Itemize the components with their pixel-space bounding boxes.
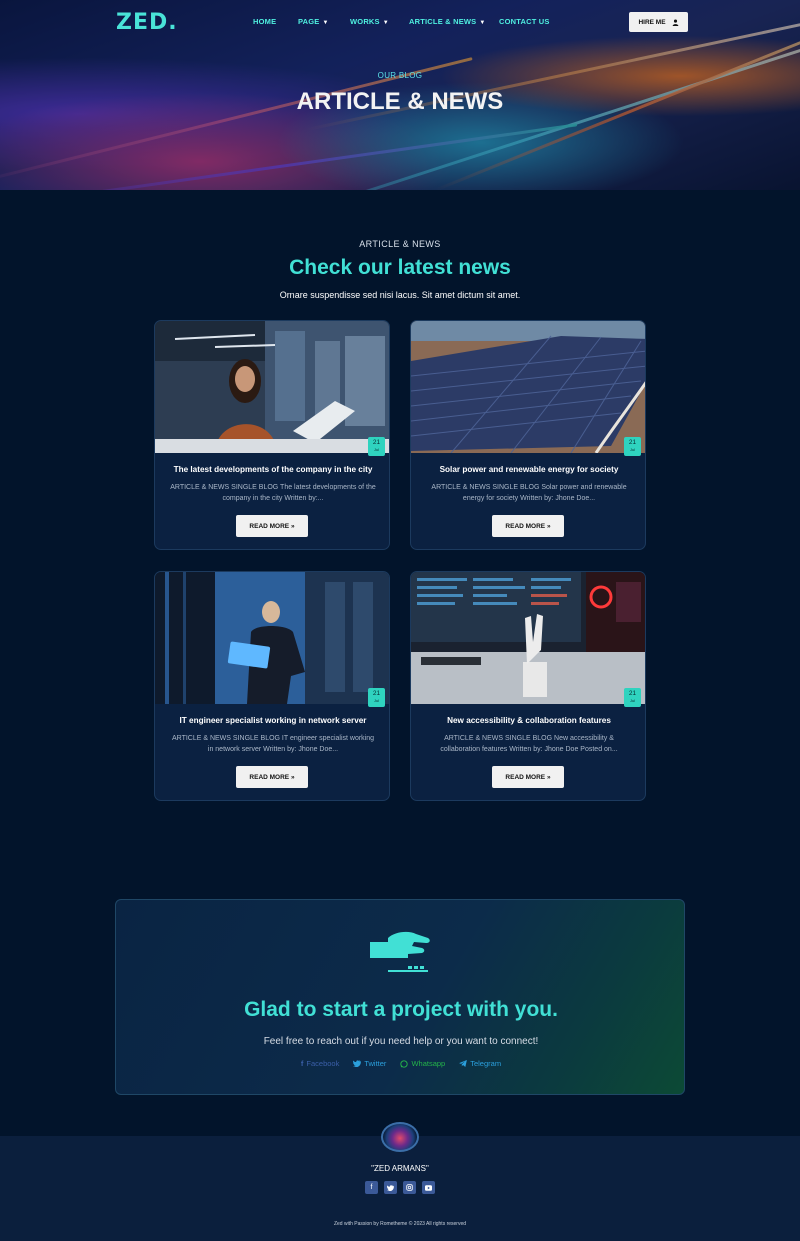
date-month: Jul	[373, 447, 380, 452]
hand-icon	[370, 931, 430, 972]
read-more-button[interactable]: READ MORE »	[236, 766, 308, 788]
nav-contact[interactable]: CONTACT US	[499, 17, 550, 26]
post-excerpt: ARTICLE & NEWS SINGLE BLOG IT engineer s…	[171, 735, 375, 753]
section-description: Ornare suspendisse sed nisi lacus. Sit a…	[279, 290, 521, 300]
whatsapp-icon	[400, 1059, 409, 1068]
whatsapp-label: Whatsapp	[411, 1059, 446, 1068]
logo[interactable]: ZED.	[116, 10, 178, 35]
hire-me-label: HIRE ME	[638, 18, 666, 26]
date-day: 21	[628, 690, 637, 697]
post-image[interactable]	[411, 572, 645, 704]
date-day: 21	[372, 690, 381, 697]
nav-home-label: HOME	[253, 17, 277, 26]
date-badge: 21 Jul	[624, 437, 641, 456]
post-title[interactable]: The latest developments of the company i…	[155, 465, 389, 474]
nav-page[interactable]: PAGE ▼	[298, 17, 329, 26]
nav-contact-label: CONTACT US	[499, 17, 550, 26]
nav-page-label: PAGE	[298, 17, 320, 26]
date-day: 21	[628, 439, 637, 446]
nav-home[interactable]: HOME	[253, 17, 276, 26]
twitter-icon[interactable]	[384, 1181, 397, 1194]
facebook-icon: f	[300, 1059, 304, 1068]
date-month: Jul	[373, 698, 380, 703]
instagram-icon[interactable]	[403, 1181, 416, 1194]
read-more-button[interactable]: READ MORE »	[492, 766, 564, 788]
read-more-button[interactable]: READ MORE »	[236, 515, 308, 537]
cta-section: Glad to start a project with you. Feel f…	[115, 899, 685, 1095]
user-icon	[672, 19, 678, 26]
telegram-label: Telegram	[470, 1059, 502, 1068]
nav-works-label: WORKS	[350, 17, 380, 26]
hero-banner: ZED. HOME PAGE ▼ WORKS ▼ ARTICLE & NEWS ▼ C…	[0, 0, 800, 190]
twitter-icon	[353, 1060, 362, 1067]
social-links: f Facebook Twitter Whatsapp Telegram	[116, 1059, 686, 1068]
read-more-button[interactable]: READ MORE »	[492, 515, 564, 537]
footer-social-icons: f	[0, 1181, 800, 1194]
copyright: Zed with Passion by Rometheme © 2023 All…	[333, 1221, 467, 1227]
post-image[interactable]	[155, 321, 389, 453]
nav-works[interactable]: WORKS ▼	[350, 17, 389, 26]
post-title[interactable]: New accessibility & collaboration featur…	[411, 716, 645, 725]
twitter-link[interactable]: Twitter	[353, 1059, 386, 1068]
post-image[interactable]	[155, 572, 389, 704]
post-excerpt: ARTICLE & NEWS SINGLE BLOG New accessibi…	[440, 735, 618, 753]
post-image[interactable]	[411, 321, 645, 453]
whatsapp-link[interactable]: Whatsapp	[400, 1059, 445, 1068]
facebook-icon[interactable]: f	[365, 1181, 378, 1194]
avatar	[381, 1122, 419, 1152]
news-card[interactable]: 21 Jul New accessibility & collaboration…	[410, 571, 646, 801]
telegram-icon	[459, 1060, 468, 1067]
hire-me-button[interactable]: HIRE ME	[629, 12, 688, 32]
chevron-down-icon: ▼	[479, 20, 486, 26]
cta-title: Glad to start a project with you.	[244, 998, 558, 1021]
main-nav: ZED. HOME PAGE ▼ WORKS ▼ ARTICLE & NEWS ▼ C…	[0, 0, 800, 44]
cta-description: Feel free to reach out if you need help …	[263, 1036, 539, 1047]
youtube-icon[interactable]	[422, 1181, 435, 1194]
nav-article-news[interactable]: ARTICLE & NEWS ▼	[409, 17, 486, 26]
date-badge: 21 Jul	[624, 688, 641, 707]
twitter-label: Twitter	[364, 1059, 387, 1068]
date-month: Jul	[629, 698, 636, 703]
facebook-label: Facebook	[306, 1059, 340, 1068]
news-card[interactable]: 21 Jul Solar power and renewable energy …	[410, 320, 646, 550]
date-badge: 21 Jul	[368, 437, 385, 456]
facebook-link[interactable]: f Facebook	[301, 1059, 339, 1068]
page-title: ARTICLE & NEWS	[296, 88, 504, 115]
news-card[interactable]: 21 Jul IT engineer specialist working in…	[154, 571, 390, 801]
nav-article-news-label: ARTICLE & NEWS	[409, 17, 477, 26]
section-kicker: ARTICLE & NEWS	[359, 239, 441, 249]
footer: "ZED ARMANS" f Zed with Passion by Romet…	[0, 1122, 800, 1241]
date-day: 21	[372, 439, 381, 446]
post-excerpt: ARTICLE & NEWS SINGLE BLOG The latest de…	[170, 484, 376, 502]
post-excerpt: ARTICLE & NEWS SINGLE BLOG Solar power a…	[431, 484, 627, 502]
news-card[interactable]: 21 Jul The latest developments of the co…	[154, 320, 390, 550]
telegram-link[interactable]: Telegram	[459, 1059, 501, 1068]
date-month: Jul	[629, 447, 636, 452]
section-title: Check our latest news	[289, 256, 511, 279]
post-title[interactable]: Solar power and renewable energy for soc…	[411, 465, 645, 474]
chevron-down-icon: ▼	[322, 20, 329, 26]
post-title[interactable]: IT engineer specialist working in networ…	[155, 716, 389, 725]
hero-subtitle: OUR BLOG	[377, 71, 423, 80]
chevron-down-icon: ▼	[382, 20, 389, 26]
date-badge: 21 Jul	[368, 688, 385, 707]
footer-name: "ZED ARMANS"	[371, 1164, 429, 1173]
